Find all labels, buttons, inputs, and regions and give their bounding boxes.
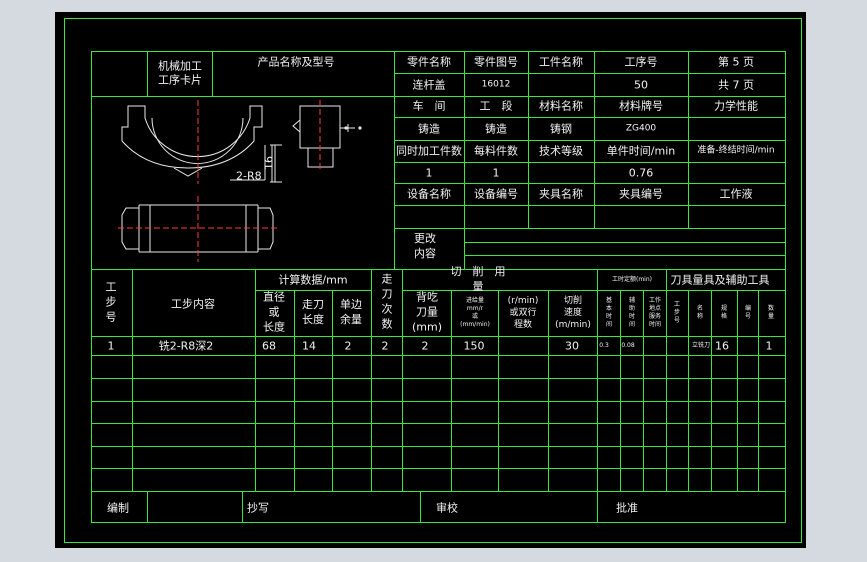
cutting-params-header: 切 削 用 量 bbox=[450, 265, 506, 293]
coolant-label: 工作液 bbox=[719, 187, 753, 201]
step-content-header: 工步内容 bbox=[171, 297, 215, 311]
tech-grade-label: 技术等级 bbox=[539, 144, 583, 158]
drawing-sheet: 机械加工 工序卡片 产品名称及型号 零件名称 零件图号 工件名称 工序号 第 5… bbox=[0, 0, 867, 562]
tool-step-header: 工 步 号 bbox=[673, 300, 681, 325]
part-name-label: 零件名称 bbox=[407, 55, 451, 69]
service-time-header: 工作 地点 服务 时间 bbox=[648, 296, 662, 329]
checker-label: 审校 bbox=[436, 501, 458, 515]
op-no-value: 50 bbox=[634, 78, 648, 92]
tool-name-header: 名 称 bbox=[696, 304, 704, 320]
copier-label: 抄写 bbox=[247, 501, 269, 515]
total-pages: 共 7 页 bbox=[718, 78, 754, 92]
card-title-line1: 机械加工 bbox=[158, 59, 202, 73]
part-no-value: 16012 bbox=[481, 79, 511, 90]
tool-code-header: 编 号 bbox=[744, 304, 752, 320]
equip-no-label: 设备编号 bbox=[474, 187, 518, 201]
product-label: 产品名称及型号 bbox=[257, 55, 335, 69]
page-number: 第 5 页 bbox=[718, 55, 754, 69]
row-diameter: 68 bbox=[262, 339, 276, 353]
mech-prop-label: 力学性能 bbox=[714, 99, 758, 113]
tools-header: 刀具量具及辅助工具 bbox=[670, 273, 770, 287]
aux-time-header: 辅 助 时 间 bbox=[628, 296, 636, 329]
row-feed: 150 bbox=[463, 339, 485, 353]
compiler-label: 编制 bbox=[107, 501, 129, 515]
tool-qty-header: 数 量 bbox=[767, 304, 775, 320]
simul-parts-label: 同时加工件数 bbox=[396, 144, 462, 158]
prep-time-label: 准备-终结时间/min bbox=[697, 145, 775, 156]
row-passes: 2 bbox=[381, 339, 389, 353]
change-label: 更改 内容 bbox=[414, 232, 436, 260]
card-title-line2: 工序卡片 bbox=[158, 73, 202, 87]
equip-name-label: 设备名称 bbox=[407, 187, 451, 201]
row-depth: 2 bbox=[421, 339, 429, 353]
part-name-value: 连杆盖 bbox=[412, 78, 446, 92]
cut-depth-header: 背吃 刀量 (mm) bbox=[411, 290, 443, 334]
row-aux-time: 0.08 bbox=[621, 342, 635, 349]
section-label: 工 段 bbox=[479, 99, 513, 113]
time-quota-header: 工时定额(min) bbox=[612, 276, 652, 283]
allowance-header: 单边 余量 bbox=[340, 298, 362, 326]
calc-data-header: 计算数据/mm bbox=[278, 273, 348, 287]
row-qty: 1 bbox=[765, 339, 773, 353]
row-step: 1 bbox=[107, 339, 115, 353]
row-tool-name: 立铣刀 bbox=[691, 342, 711, 349]
row-spec: 16 bbox=[715, 339, 729, 353]
diameter-header: 直径 或 长度 bbox=[263, 290, 285, 334]
workshop-value: 铸造 bbox=[418, 122, 440, 136]
row-allowance: 2 bbox=[344, 339, 352, 353]
row-tool-length: 14 bbox=[302, 339, 316, 353]
tool-length-header: 走刀 长度 bbox=[302, 298, 324, 326]
tool-spec-header: 规 格 bbox=[720, 304, 728, 320]
row-content: 铣2-R8深2 bbox=[158, 339, 214, 353]
process-name-label: 工件名称 bbox=[539, 55, 583, 69]
feed-header: 进给量 mm/r 或 (mm/min) bbox=[460, 296, 490, 329]
unit-time-label: 单件时间/min bbox=[606, 144, 676, 158]
row-speed: 30 bbox=[565, 339, 579, 353]
material-grade-label: 材料牌号 bbox=[619, 99, 663, 113]
part-no-label: 零件图号 bbox=[474, 55, 518, 69]
blank-per-label: 每料件数 bbox=[474, 144, 518, 158]
dim-16: 16 bbox=[262, 156, 276, 170]
rpm-header: (r/min) 或双行 程数 bbox=[507, 295, 539, 331]
unit-time-value: 0.76 bbox=[628, 166, 654, 180]
op-no-label: 工序号 bbox=[624, 55, 658, 69]
material-name-value: 铸钢 bbox=[550, 122, 572, 136]
basic-time-header: 基 本 时 间 bbox=[605, 296, 613, 329]
fixture-no-label: 夹具编号 bbox=[619, 187, 663, 201]
approver-label: 批准 bbox=[616, 501, 638, 515]
passes-header: 走 刀 次 数 bbox=[381, 272, 393, 330]
dim-r8: 2-R8 bbox=[236, 169, 262, 183]
blank-per-value: 1 bbox=[492, 166, 500, 180]
workshop-label: 车 间 bbox=[412, 99, 446, 113]
fixture-name-label: 夹具名称 bbox=[539, 187, 583, 201]
speed-header: 切削 速度 (m/min) bbox=[555, 295, 591, 331]
simul-parts-value: 1 bbox=[425, 166, 433, 180]
row-basic-time: 0.3 bbox=[599, 342, 609, 349]
material-grade-value: ZG400 bbox=[625, 123, 657, 134]
step-no-header: 工 步 号 bbox=[105, 280, 117, 324]
section-value: 铸造 bbox=[485, 122, 507, 136]
material-name-label: 材料名称 bbox=[539, 99, 583, 113]
